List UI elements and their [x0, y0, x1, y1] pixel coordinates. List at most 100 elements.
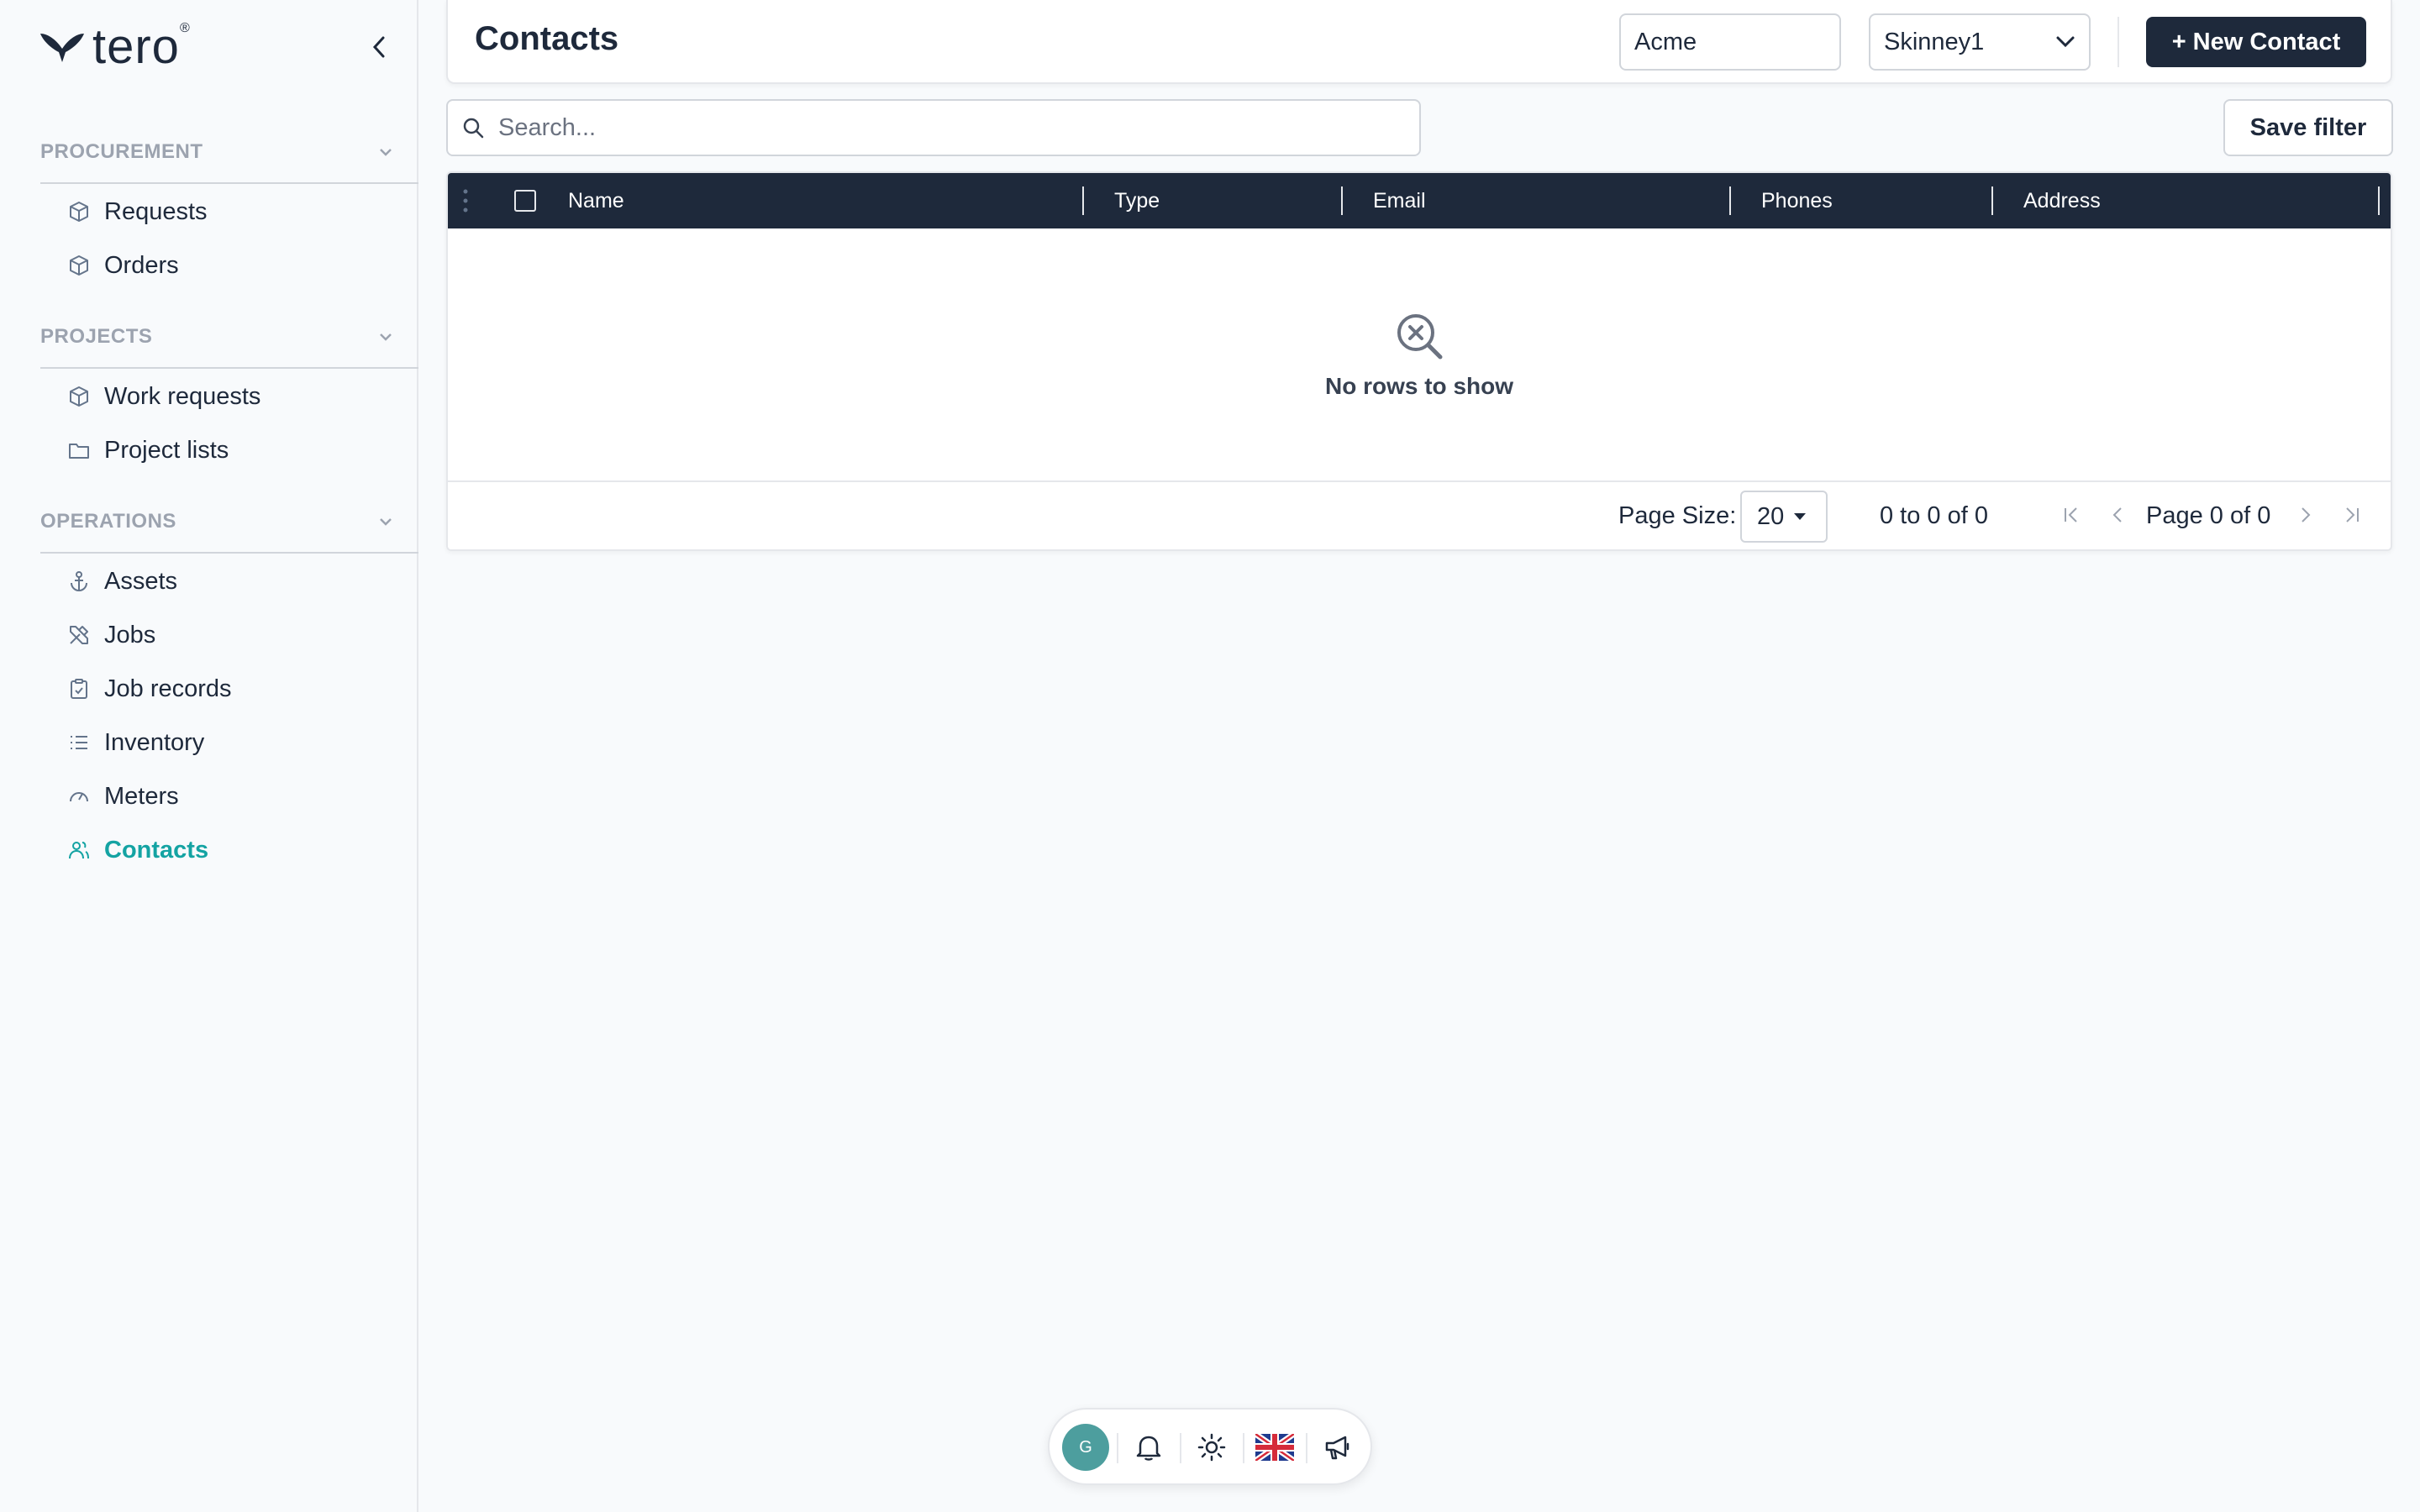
toolbar-divider: [1306, 1433, 1307, 1463]
sidebar-item-assets[interactable]: Assets: [67, 561, 403, 601]
empty-message: No rows to show: [1325, 373, 1513, 399]
sidebar-item-label: Project lists: [104, 436, 229, 464]
folder-icon: [67, 438, 91, 462]
megaphone-icon: [1325, 1436, 1349, 1460]
sidebar-item-label: Contacts: [104, 836, 209, 864]
new-contact-button[interactable]: + New Contact: [2146, 17, 2366, 67]
sidebar-item-jobs[interactable]: Jobs: [67, 615, 403, 655]
sun-icon: [1197, 1433, 1226, 1462]
column-resizer[interactable]: [1991, 186, 1993, 215]
column-resizer[interactable]: [1729, 186, 1731, 215]
column-resizer[interactable]: [1341, 186, 1343, 215]
first-page-button[interactable]: [2059, 502, 2084, 528]
pagination-bar: Page Size: 20 0 to 0 of 0 Page 0 of 0: [448, 480, 2391, 549]
sidebar-item-contacts[interactable]: Contacts: [67, 830, 403, 870]
toolbar-divider: [1117, 1433, 1118, 1463]
page-description: Page 0 of 0: [2146, 502, 2271, 529]
section-divider: [40, 367, 418, 369]
section-title: PROCUREMENT: [40, 140, 203, 163]
chevron-right-icon: [2302, 507, 2311, 522]
users-icon: [67, 838, 91, 862]
site-value: Skinney1: [1884, 28, 1985, 55]
notifications-button[interactable]: [1124, 1423, 1173, 1472]
bottom-toolbar: G: [1048, 1408, 1372, 1485]
chevron-down-icon: [380, 518, 392, 526]
sidebar-item-label: Assets: [104, 567, 178, 595]
page-size-select[interactable]: 20: [1740, 491, 1828, 543]
section-operations[interactable]: OPERATIONS: [40, 505, 393, 538]
sidebar-item-job-records[interactable]: Job records: [67, 669, 403, 709]
tools-icon: [67, 623, 91, 647]
page-header: Contacts Acme Skinney1 + New Contact: [446, 0, 2392, 84]
column-header-type[interactable]: Type: [1114, 173, 1160, 228]
sidebar-item-label: Inventory: [104, 728, 205, 756]
tero-bird-icon: [40, 34, 84, 62]
last-page-button[interactable]: [2339, 502, 2365, 528]
sidebar-item-label: Orders: [104, 251, 179, 279]
chevron-left-icon: [2112, 507, 2122, 522]
sidebar-item-label: Meters: [104, 782, 179, 810]
last-page-icon: [2346, 507, 2359, 522]
tero-logo[interactable]: tero ®: [39, 21, 190, 72]
chevron-down-icon: [380, 333, 392, 341]
sidebar-item-label: Requests: [104, 197, 208, 225]
sidebar-item-work-requests[interactable]: Work requests: [67, 376, 403, 417]
box-icon: [67, 385, 91, 408]
column-header-address[interactable]: Address: [2023, 173, 2101, 228]
sidebar-item-project-lists[interactable]: Project lists: [67, 430, 403, 470]
language-button[interactable]: [1250, 1423, 1299, 1472]
column-header-email[interactable]: Email: [1373, 173, 1426, 228]
list-icon: [67, 731, 91, 754]
uk-flag-icon: [1255, 1434, 1294, 1461]
page-size-value: 20: [1757, 502, 1785, 530]
box-icon: [67, 200, 91, 223]
search-input[interactable]: [498, 113, 1406, 142]
user-avatar-button[interactable]: G: [1061, 1423, 1110, 1472]
row-summary: 0 to 0 of 0: [1880, 502, 1988, 529]
sidebar-item-meters[interactable]: Meters: [67, 776, 403, 816]
search-icon: [463, 118, 484, 139]
anchor-icon: [67, 570, 91, 593]
select-all-checkbox[interactable]: [514, 190, 536, 212]
clipboard-icon: [67, 677, 91, 701]
sidebar-item-label: Jobs: [104, 621, 156, 648]
column-resizer[interactable]: [1082, 186, 1084, 215]
sidebar-item-inventory[interactable]: Inventory: [67, 722, 403, 763]
company-value: Acme: [1634, 28, 1697, 55]
section-divider: [40, 182, 418, 184]
caret-down-icon: [1794, 513, 1807, 520]
company-field[interactable]: Acme: [1619, 13, 1841, 71]
previous-page-button[interactable]: [2106, 502, 2131, 528]
section-projects[interactable]: PROJECTS: [40, 320, 393, 354]
first-page-icon: [2065, 507, 2077, 522]
next-page-button[interactable]: [2292, 502, 2317, 528]
no-results-icon: [1397, 314, 1443, 360]
theme-toggle-button[interactable]: [1187, 1423, 1236, 1472]
brand-reg-mark: ®: [179, 21, 190, 35]
collapse-sidebar-button[interactable]: [366, 30, 392, 64]
box-icon: [67, 254, 91, 277]
avatar: G: [1062, 1424, 1109, 1471]
toolbar-divider: [1180, 1433, 1181, 1463]
column-header-phones[interactable]: Phones: [1761, 173, 1833, 228]
save-filter-button[interactable]: Save filter: [2223, 99, 2393, 156]
section-procurement[interactable]: PROCUREMENT: [40, 135, 393, 169]
chevron-down-icon: [2056, 36, 2075, 48]
sidebar-item-requests[interactable]: Requests: [67, 192, 403, 232]
section-title: OPERATIONS: [40, 510, 176, 533]
empty-state: No rows to show: [448, 311, 2391, 400]
search-box[interactable]: [446, 99, 1421, 156]
grid-header: Name Type Email Phones Address: [448, 173, 2391, 228]
announcements-button[interactable]: [1313, 1423, 1362, 1472]
drag-handle-icon[interactable]: [463, 188, 468, 213]
header-divider: [2118, 17, 2119, 67]
site-select[interactable]: Skinney1: [1869, 13, 2091, 71]
page-size-label: Page Size:: [1618, 502, 1737, 529]
column-header-name[interactable]: Name: [568, 173, 624, 228]
sidebar-item-orders[interactable]: Orders: [67, 245, 403, 286]
section-divider: [40, 552, 418, 554]
page-title: Contacts: [475, 20, 619, 57]
sidebar-item-label: Work requests: [104, 382, 261, 410]
column-resizer[interactable]: [2378, 186, 2380, 215]
contacts-grid: Name Type Email Phones Address No rows t…: [446, 171, 2392, 551]
